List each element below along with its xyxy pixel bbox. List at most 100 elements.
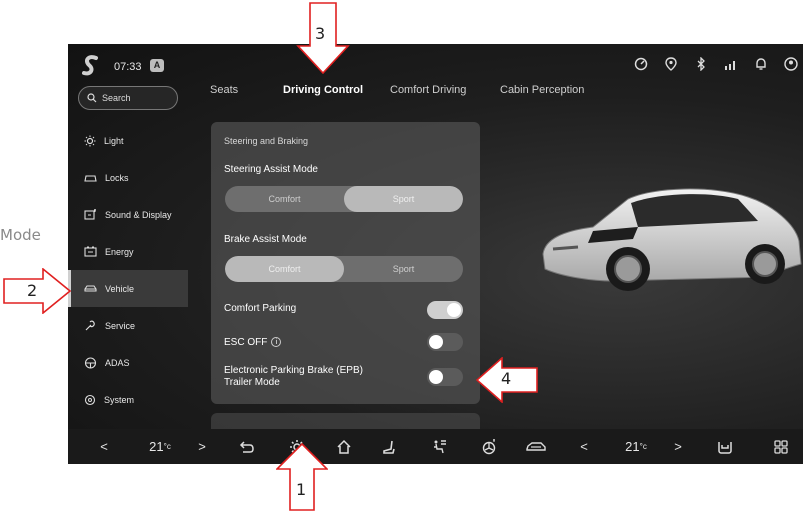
callout-label-4: 4 xyxy=(501,369,512,388)
search-placeholder: Search xyxy=(102,93,131,103)
sidebar-item-label: Light xyxy=(104,135,124,146)
sidebar-item-sound-display[interactable]: Sound & Display xyxy=(68,196,188,233)
app-grid-button[interactable] xyxy=(768,429,794,464)
service-icon xyxy=(85,320,95,330)
sidebar-item-label: Locks xyxy=(105,172,129,183)
lock-icon xyxy=(84,174,97,182)
back-icon xyxy=(239,440,254,453)
tab-comfort-driving[interactable]: Comfort Driving xyxy=(390,84,466,96)
right-temp-increase[interactable]: > xyxy=(668,429,688,464)
steering-comfort-option[interactable]: Comfort xyxy=(225,186,344,212)
callout-label-2: 2 xyxy=(27,281,38,300)
right-temp-decrease[interactable]: < xyxy=(574,429,594,464)
sidebar-item-label: Vehicle xyxy=(105,283,135,294)
toggle-knob xyxy=(429,335,443,349)
bell-icon[interactable] xyxy=(753,56,769,72)
mode-badge: A xyxy=(150,59,164,72)
ac-mode-icon xyxy=(434,439,446,453)
location-icon[interactable] xyxy=(663,56,679,72)
esc-off-toggle[interactable] xyxy=(427,333,463,351)
home-button[interactable] xyxy=(331,429,357,464)
steering-assist-selector: Comfort Sport xyxy=(225,186,463,212)
sidebar-item-label: Sound & Display xyxy=(105,209,172,220)
section-title: Steering and Braking xyxy=(224,136,309,146)
bottom-dock: < 21 °c > < 21 °c > xyxy=(68,429,803,464)
steering-assist-label: Steering Assist Mode xyxy=(224,164,318,175)
seat-button[interactable] xyxy=(376,429,402,464)
fan-button[interactable] xyxy=(476,429,502,464)
sidebar-item-light[interactable]: Light xyxy=(68,122,188,159)
sidebar: Light Locks Sound & Display Energy Vehic… xyxy=(68,122,188,418)
side-caption: Mode xyxy=(0,226,41,244)
search-icon xyxy=(87,93,97,103)
esc-off-row: ESC OFF i xyxy=(224,337,282,348)
toggle-knob xyxy=(447,303,461,317)
right-temp-value: 21 xyxy=(625,439,640,454)
epb-trailer-label-line1: Electronic Parking Brake (EPB) xyxy=(224,365,363,376)
vehicle-illustration xyxy=(542,188,802,291)
epb-trailer-toggle[interactable] xyxy=(427,368,463,386)
search-input[interactable]: Search xyxy=(78,86,178,110)
info-icon[interactable]: i xyxy=(271,337,282,347)
speedometer-icon[interactable] xyxy=(633,56,649,72)
seat-heat-icon xyxy=(718,441,732,454)
brake-sport-option[interactable]: Sport xyxy=(344,256,463,282)
signal-icon xyxy=(723,56,739,72)
brake-assist-selector: Comfort Sport xyxy=(225,256,463,282)
seat-heat-button[interactable] xyxy=(712,429,738,464)
left-temp-readout: 21 °c xyxy=(140,429,180,464)
sidebar-item-label: Service xyxy=(105,320,136,331)
epb-trailer-label: Electronic Parking Brake (EPB) Trailer M… xyxy=(224,365,363,389)
left-temp-increase[interactable]: > xyxy=(192,429,212,464)
sidebar-item-label: Energy xyxy=(105,246,134,257)
system-icon xyxy=(84,394,96,405)
esc-off-label: ESC OFF xyxy=(224,337,268,348)
user-icon[interactable] xyxy=(783,56,799,72)
bluetooth-icon[interactable] xyxy=(693,56,709,72)
fan-icon xyxy=(482,438,496,454)
sidebar-item-service[interactable]: Service xyxy=(68,307,188,344)
callout-label-1: 1 xyxy=(296,480,307,499)
comfort-parking-toggle[interactable] xyxy=(427,301,463,319)
brake-comfort-option[interactable]: Comfort xyxy=(225,256,344,282)
toggle-knob xyxy=(429,370,443,384)
sidebar-item-vehicle[interactable]: Vehicle xyxy=(68,270,188,307)
steering-sport-option[interactable]: Sport xyxy=(344,186,463,212)
tab-seats[interactable]: Seats xyxy=(210,84,238,96)
sidebar-item-energy[interactable]: Energy xyxy=(68,233,188,270)
sidebar-item-locks[interactable]: Locks xyxy=(68,159,188,196)
infotainment-screen: 07:33 A Search Light Locks Sound & Displ… xyxy=(68,44,803,464)
left-temp-decrease[interactable]: < xyxy=(94,429,114,464)
left-temp-value: 21 xyxy=(149,439,164,454)
next-panel-edge xyxy=(211,413,480,429)
sidebar-item-label: System xyxy=(104,394,135,405)
epb-trailer-label-line2: Trailer Mode xyxy=(224,377,280,388)
status-icons xyxy=(633,54,799,74)
sidebar-item-label: ADAS xyxy=(105,357,130,368)
car-air-icon xyxy=(526,441,546,451)
right-temp-readout: 21 °c xyxy=(616,429,656,464)
right-temp-unit: °c xyxy=(639,442,647,451)
tab-cabin-perception[interactable]: Cabin Perception xyxy=(500,84,584,96)
callout-arrow-1 xyxy=(276,443,328,511)
light-icon xyxy=(84,135,96,146)
grid-icon xyxy=(774,439,788,454)
status-time: 07:33 xyxy=(114,61,142,73)
tab-driving-control[interactable]: Driving Control xyxy=(283,84,363,96)
home-icon xyxy=(337,439,351,454)
left-temp-unit: °c xyxy=(163,442,171,451)
comfort-parking-label: Comfort Parking xyxy=(224,303,297,314)
brake-assist-label: Brake Assist Mode xyxy=(224,234,307,245)
sound-display-icon xyxy=(84,209,96,220)
car-air-button[interactable] xyxy=(521,429,551,464)
sidebar-item-adas[interactable]: ADAS xyxy=(68,344,188,381)
sidebar-item-system[interactable]: System xyxy=(68,381,188,418)
steering-braking-panel: Steering and Braking Steering Assist Mod… xyxy=(211,122,480,404)
back-button[interactable] xyxy=(234,429,260,464)
car-icon xyxy=(84,284,97,292)
s-logo-icon xyxy=(82,55,98,76)
adas-icon xyxy=(84,356,97,369)
seat-icon xyxy=(383,440,395,454)
callout-label-3: 3 xyxy=(315,24,326,43)
ac-mode-button[interactable] xyxy=(426,429,452,464)
